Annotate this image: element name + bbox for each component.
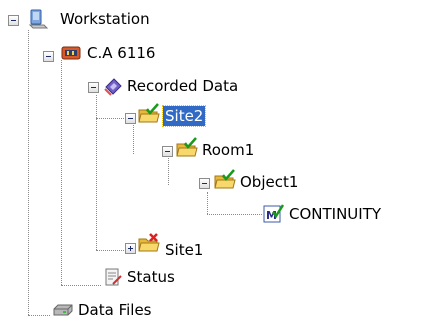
tree-line [207,214,262,215]
tree-line [207,192,208,214]
tree-item-workstation[interactable]: Workstation [58,9,152,29]
tree-line [96,118,124,119]
collapse-toggle[interactable] [88,82,99,93]
tree-line [61,60,62,285]
tree-item-recorded-data[interactable]: Recorded Data [125,76,240,96]
folder-check-icon [176,137,198,157]
tree-line [61,285,101,286]
expand-toggle[interactable] [125,243,136,254]
collapse-toggle[interactable] [162,146,173,157]
status-icon [105,268,122,286]
tree-line [96,250,124,251]
tree-item-room1[interactable]: Room1 [200,140,256,160]
tree-item-site1[interactable]: Site1 [163,240,205,260]
tree-item-site2[interactable]: Site2 [161,105,207,127]
device-icon [61,46,81,60]
computer-icon [28,9,49,29]
tree-item-status[interactable]: Status [125,267,177,287]
tree-line [133,122,134,154]
folder-check-icon [214,169,236,189]
tree-line [28,315,50,316]
collapse-toggle[interactable] [199,178,210,189]
folder-check-icon [138,103,160,123]
collapse-toggle[interactable] [43,51,54,62]
tree-line [28,30,29,315]
tree-item-data-files[interactable]: Data Files [76,300,154,320]
folder-error-icon [138,233,160,252]
data-disk-icon [104,78,122,96]
tree-item-continuity[interactable]: CONTINUITY [287,204,383,224]
collapse-toggle[interactable] [125,113,136,124]
tree-line [168,158,169,185]
drive-icon [53,304,73,316]
tree-item-device[interactable]: C.A 6116 [85,43,157,63]
tree-item-object1[interactable]: Object1 [238,172,300,192]
measurement-check-icon: M [263,204,284,223]
collapse-toggle[interactable] [8,15,19,26]
